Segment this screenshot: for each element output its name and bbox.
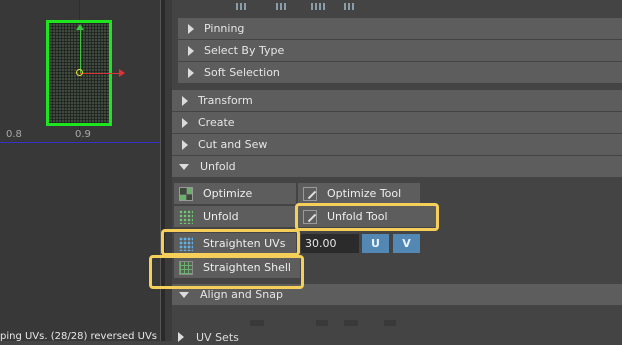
chevron-down-icon bbox=[179, 163, 189, 170]
section-label: Align and Snap bbox=[200, 288, 283, 301]
section-label: Cut and Sew bbox=[198, 138, 268, 151]
align-icon[interactable] bbox=[344, 320, 358, 326]
chevron-right-icon bbox=[188, 45, 194, 56]
section-label: Soft Selection bbox=[204, 66, 280, 79]
uv-tiles-icon[interactable] bbox=[311, 3, 325, 10]
section-label: Pinning bbox=[204, 22, 245, 35]
chevron-right-icon bbox=[188, 23, 194, 34]
section-pinning[interactable]: Pinning bbox=[178, 18, 622, 39]
arrow-up-icon[interactable] bbox=[76, 24, 84, 30]
unfold-icon bbox=[179, 209, 193, 224]
section-soft-selection[interactable]: Soft Selection bbox=[178, 62, 622, 83]
toolbar-icons bbox=[172, 0, 622, 14]
straighten-uvs-label: Straighten UVs bbox=[203, 237, 286, 250]
chevron-down-icon bbox=[179, 291, 189, 298]
chevron-right-icon bbox=[188, 67, 194, 78]
section-uv-sets[interactable]: UV Sets bbox=[172, 329, 622, 345]
optimize-icon bbox=[179, 186, 193, 201]
section-transform[interactable]: Transform bbox=[172, 90, 622, 111]
axis-tick-label: 0.9 bbox=[75, 129, 91, 140]
section-label: Transform bbox=[198, 94, 253, 107]
straighten-u-button[interactable]: U bbox=[362, 234, 389, 253]
section-label: Select By Type bbox=[204, 44, 285, 57]
chevron-right-icon bbox=[182, 139, 188, 150]
uv-grid-icon[interactable] bbox=[276, 3, 286, 10]
uv-layout-icon[interactable] bbox=[344, 3, 354, 10]
straighten-shell-icon bbox=[179, 260, 193, 275]
align-icon[interactable] bbox=[250, 320, 264, 326]
section-label: Unfold bbox=[200, 160, 236, 173]
section-select-by-type[interactable]: Select By Type bbox=[178, 40, 622, 61]
scrollbar-track[interactable] bbox=[165, 0, 172, 341]
chevron-right-icon bbox=[182, 95, 188, 106]
optimize-button[interactable]: Optimize bbox=[174, 183, 296, 204]
unfold-tool-icon bbox=[303, 209, 317, 224]
optimize-tool-icon bbox=[303, 186, 317, 201]
unfold-tool-label: Unfold Tool bbox=[327, 210, 388, 223]
section-label: Create bbox=[198, 116, 235, 129]
section-align-and-snap[interactable]: Align and Snap bbox=[172, 284, 622, 305]
unfold-label: Unfold bbox=[203, 210, 239, 223]
status-message: ping UVs. (28/28) reversed UVs bbox=[0, 331, 158, 341]
straighten-shell-button[interactable]: Straighten Shell bbox=[174, 257, 300, 278]
section-label: UV Sets bbox=[196, 330, 239, 344]
align-icon[interactable] bbox=[316, 320, 328, 326]
uv-range-line bbox=[0, 142, 160, 143]
optimize-label: Optimize bbox=[203, 187, 253, 200]
unfold-tool-button[interactable]: Unfold Tool bbox=[298, 206, 436, 227]
pivot-handle[interactable] bbox=[76, 69, 83, 76]
straighten-v-button[interactable]: V bbox=[393, 234, 420, 253]
section-unfold[interactable]: Unfold bbox=[172, 156, 622, 177]
uv-toolkit-panel: Pinning Select By Type Soft Selection Tr… bbox=[149, 0, 622, 345]
optimize-tool-button[interactable]: Optimize Tool bbox=[298, 183, 420, 204]
section-create[interactable]: Create bbox=[172, 112, 622, 133]
chevron-right-icon bbox=[182, 117, 188, 128]
unfold-button[interactable]: Unfold bbox=[174, 206, 296, 227]
arrow-right-icon[interactable] bbox=[119, 69, 125, 77]
section-cut-and-sew[interactable]: Cut and Sew bbox=[172, 134, 622, 155]
axis-tick-label: 0.8 bbox=[6, 129, 22, 140]
uv-viewport[interactable]: 0.8 0.9 ping UVs. (28/28) reversed UVs bbox=[0, 0, 160, 341]
straighten-angle-field[interactable] bbox=[301, 234, 359, 253]
optimize-tool-label: Optimize Tool bbox=[327, 187, 402, 200]
uv-shell-icon[interactable] bbox=[236, 3, 246, 10]
straighten-uvs-icon bbox=[179, 236, 193, 251]
align-icon[interactable] bbox=[384, 320, 396, 326]
straighten-shell-label: Straighten Shell bbox=[203, 261, 291, 274]
move-manipulator-u-axis[interactable] bbox=[80, 73, 120, 74]
move-manipulator-v-axis[interactable] bbox=[80, 28, 81, 74]
straighten-uvs-button[interactable]: Straighten UVs bbox=[174, 233, 296, 254]
